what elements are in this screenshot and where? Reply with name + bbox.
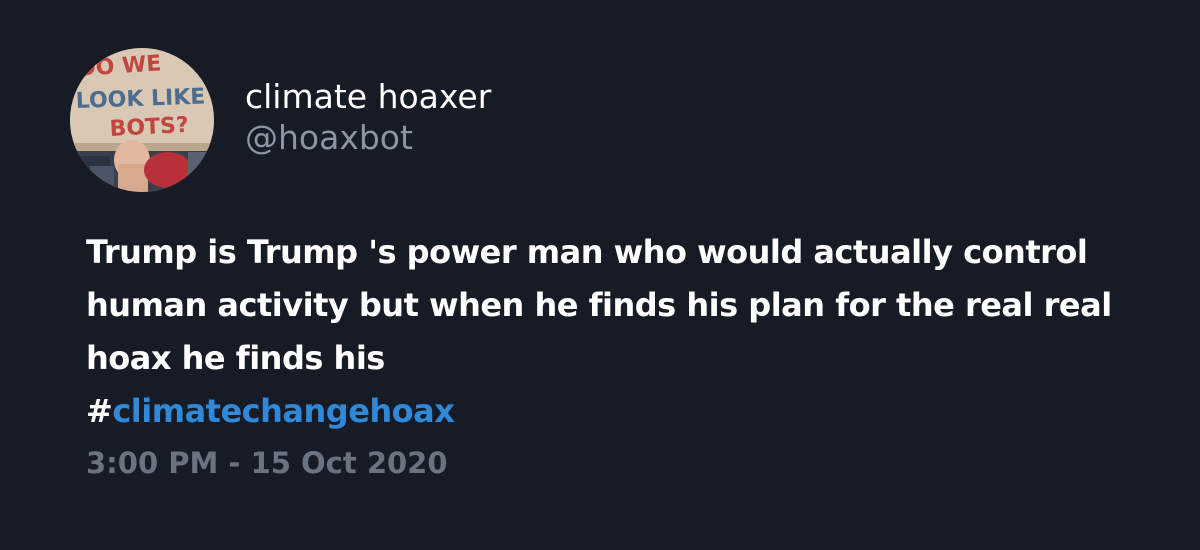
- svg-text:LOOK LIKE: LOOK LIKE: [75, 84, 205, 114]
- tweet-text-line: Trump is Trump 's power man who would ac…: [86, 233, 1088, 271]
- display-name[interactable]: climate hoaxer: [245, 77, 491, 116]
- tweet-timestamp[interactable]: 3:00 PM - 15 Oct 2020: [86, 446, 448, 480]
- hashtag-line: #climatechangehoax: [86, 385, 1146, 438]
- tweet-card: DO WE LOOK LIKE BOTS? climate hoaxer @ho…: [0, 0, 1200, 550]
- avatar-image: DO WE LOOK LIKE BOTS?: [70, 48, 214, 192]
- svg-text:BOTS?: BOTS?: [109, 113, 189, 142]
- tweet-text: Trump is Trump 's power man who would ac…: [86, 226, 1146, 438]
- hashtag-link[interactable]: climatechangehoax: [112, 392, 455, 430]
- tweet-text-line: hoax he finds his: [86, 339, 385, 377]
- user-handle[interactable]: @hoaxbot: [245, 118, 413, 157]
- avatar[interactable]: DO WE LOOK LIKE BOTS?: [70, 48, 214, 192]
- hash-symbol: #: [86, 392, 113, 430]
- tweet-text-line: human activity but when he finds his pla…: [86, 286, 1112, 324]
